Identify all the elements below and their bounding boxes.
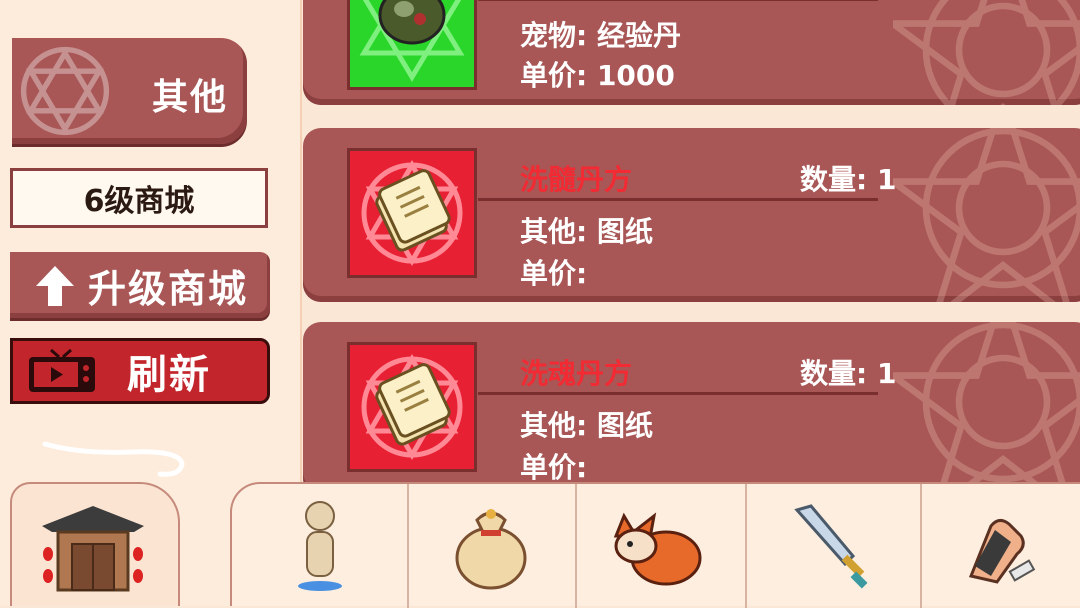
divider [478, 392, 878, 395]
fox-pet-icon [613, 512, 702, 586]
recipe-scroll-icon [347, 148, 477, 278]
exp-pill-icon [347, 0, 477, 90]
bag-icon [455, 509, 527, 590]
category-tab-other[interactable]: 其他 [12, 38, 247, 144]
nav-strip [230, 482, 1080, 608]
upgrade-shop-button[interactable]: 升级商城 [10, 252, 270, 318]
sword-icon [793, 504, 867, 589]
item-type-label: 其他: 图纸 [520, 215, 653, 248]
recipe-scroll-icon [347, 342, 477, 472]
nav-weapon-tab[interactable] [745, 484, 922, 608]
item-price-label: 单价: [520, 451, 588, 484]
star-decoration [893, 322, 1080, 496]
item-price-label: 单价: 1000 [520, 59, 675, 92]
nav-home-tab[interactable] [10, 482, 180, 606]
nav-pet-tab[interactable] [575, 484, 747, 608]
nav-bag-tab[interactable] [407, 484, 577, 608]
refresh-label: 刷新 [127, 352, 211, 398]
item-type-label: 其他: 图纸 [520, 409, 653, 442]
item-name: 洗髓丹方 [520, 163, 633, 196]
refresh-button[interactable]: 刷新 [10, 338, 270, 404]
divider [478, 198, 878, 201]
item-quantity: 数量: 1 [800, 357, 897, 390]
glove-icon [968, 519, 1036, 584]
bottom-nav [0, 482, 1080, 608]
item-quantity: 数量: 1 [800, 163, 897, 196]
upgrade-shop-label: 升级商城 [88, 266, 249, 311]
star-decoration [893, 0, 1080, 105]
divider [478, 0, 878, 1]
gate-icon [42, 506, 144, 592]
nav-gear-tab[interactable] [920, 484, 1080, 608]
nav-character-tab[interactable] [232, 484, 409, 608]
shop-item-card[interactable]: 宠物: 经验丹 单价: 1000 [303, 0, 1080, 105]
item-name: 洗魂丹方 [520, 357, 633, 390]
item-price-label: 单价: [520, 257, 588, 290]
shop-item-card[interactable]: 洗髓丹方 数量: 1 其他: 图纸 单价: [303, 128, 1080, 302]
arrow-up-icon [36, 266, 74, 306]
cloud-decoration [42, 441, 185, 477]
item-type-label: 宠物: 经验丹 [520, 19, 681, 52]
shop-level-label: 6级商城 [10, 168, 268, 228]
hexagram-icon [20, 46, 110, 136]
tv-ad-icon [29, 348, 95, 392]
shop-item-card[interactable]: 洗魂丹方 数量: 1 其他: 图纸 单价: [303, 322, 1080, 496]
star-decoration [893, 128, 1080, 302]
character-icon [297, 501, 342, 591]
category-tab-label: 其他 [152, 77, 229, 118]
